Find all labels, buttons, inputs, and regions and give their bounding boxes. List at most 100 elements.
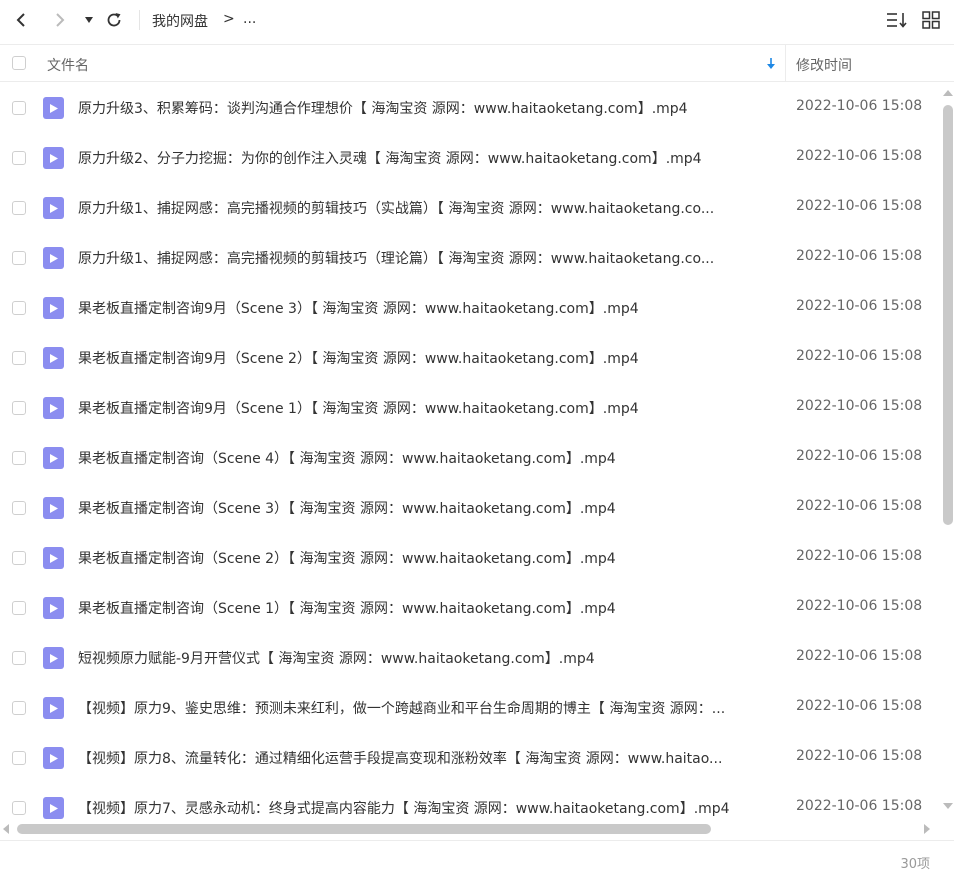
file-name[interactable]: 【视频】原力9、鉴史思维：预测未来红利，做一个跨越商业和平台生命周期的博主【 海… bbox=[78, 698, 772, 718]
file-row[interactable]: 原力升级2、分子力挖掘：为你的创作注入灵魂【 海淘宝资 源网：www.haita… bbox=[0, 133, 940, 183]
vertical-scrollbar-thumb[interactable] bbox=[943, 105, 953, 525]
breadcrumb-separator: > bbox=[223, 11, 235, 27]
file-name[interactable]: 原力升级1、捕捉网感：高完播视频的剪辑技巧（理论篇）【 海淘宝资 源网：www.… bbox=[78, 248, 772, 268]
file-name[interactable]: 原力升级3、积累筹码：谈判沟通合作理想价【 海淘宝资 源网：www.haitao… bbox=[78, 98, 772, 118]
file-modified-time: 2022-10-06 15:08 bbox=[796, 748, 923, 764]
column-time-header[interactable]: 修改时间 bbox=[796, 55, 852, 75]
file-modified-time: 2022-10-06 15:08 bbox=[796, 448, 923, 464]
scroll-up-arrow-icon[interactable] bbox=[943, 90, 953, 96]
select-all-checkbox[interactable] bbox=[12, 56, 26, 70]
column-header: 文件名 修改时间 bbox=[0, 44, 954, 82]
video-file-icon bbox=[43, 397, 64, 419]
horizontal-scrollbar[interactable] bbox=[0, 822, 940, 836]
file-modified-time: 2022-10-06 15:08 bbox=[796, 498, 923, 514]
file-row[interactable]: 原力升级1、捕捉网感：高完播视频的剪辑技巧（实战篇）【 海淘宝资 源网：www.… bbox=[0, 183, 940, 233]
file-row[interactable]: 【视频】原力8、流量转化：通过精细化运营手段提高变现和涨粉效率【 海淘宝资 源网… bbox=[0, 733, 940, 783]
breadcrumb-root[interactable]: 我的网盘 bbox=[152, 11, 208, 31]
file-row[interactable]: 果老板直播定制咨询（Scene 1）【 海淘宝资 源网：www.haitaoke… bbox=[0, 583, 940, 633]
file-name[interactable]: 果老板直播定制咨询9月（Scene 3）【 海淘宝资 源网：www.haitao… bbox=[78, 298, 772, 318]
file-list: 原力升级3、积累筹码：谈判沟通合作理想价【 海淘宝资 源网：www.haitao… bbox=[0, 83, 940, 821]
video-file-icon bbox=[43, 747, 64, 769]
file-name[interactable]: 【视频】原力7、灵感永动机：终身式提高内容能力【 海淘宝资 源网：www.hai… bbox=[78, 798, 772, 818]
history-dropdown-button[interactable] bbox=[76, 7, 102, 33]
row-checkbox[interactable] bbox=[12, 301, 26, 315]
forward-button[interactable] bbox=[47, 7, 73, 33]
file-row[interactable]: 【视频】原力7、灵感永动机：终身式提高内容能力【 海淘宝资 源网：www.hai… bbox=[0, 783, 940, 821]
item-count: 30项 bbox=[900, 857, 930, 872]
file-modified-time: 2022-10-06 15:08 bbox=[796, 698, 923, 714]
row-checkbox[interactable] bbox=[12, 701, 26, 715]
video-file-icon bbox=[43, 347, 64, 369]
file-name[interactable]: 【视频】原力8、流量转化：通过精细化运营手段提高变现和涨粉效率【 海淘宝资 源网… bbox=[78, 748, 772, 768]
row-checkbox[interactable] bbox=[12, 151, 26, 165]
toolbar-divider bbox=[139, 10, 140, 30]
row-checkbox[interactable] bbox=[12, 801, 26, 815]
video-file-icon bbox=[43, 797, 64, 819]
row-checkbox[interactable] bbox=[12, 201, 26, 215]
video-file-icon bbox=[43, 447, 64, 469]
video-file-icon bbox=[43, 297, 64, 319]
file-name[interactable]: 果老板直播定制咨询9月（Scene 2）【 海淘宝资 源网：www.haitao… bbox=[78, 348, 772, 368]
refresh-icon bbox=[107, 13, 121, 27]
file-row[interactable]: 果老板直播定制咨询（Scene 4）【 海淘宝资 源网：www.haitaoke… bbox=[0, 433, 940, 483]
back-button[interactable] bbox=[8, 7, 34, 33]
grid-view-button[interactable] bbox=[918, 7, 944, 33]
video-file-icon bbox=[43, 647, 64, 669]
row-checkbox[interactable] bbox=[12, 401, 26, 415]
file-name[interactable]: 果老板直播定制咨询（Scene 2）【 海淘宝资 源网：www.haitaoke… bbox=[78, 548, 772, 568]
video-file-icon bbox=[43, 697, 64, 719]
file-name[interactable]: 原力升级1、捕捉网感：高完播视频的剪辑技巧（实战篇）【 海淘宝资 源网：www.… bbox=[78, 198, 772, 218]
forward-icon bbox=[56, 13, 65, 27]
file-row[interactable]: 原力升级1、捕捉网感：高完播视频的剪辑技巧（理论篇）【 海淘宝资 源网：www.… bbox=[0, 233, 940, 283]
file-row[interactable]: 短视频原力赋能-9月开营仪式【 海淘宝资 源网：www.haitaoketang… bbox=[0, 633, 940, 683]
row-checkbox[interactable] bbox=[12, 451, 26, 465]
sort-button[interactable] bbox=[884, 7, 910, 33]
row-checkbox[interactable] bbox=[12, 351, 26, 365]
row-checkbox[interactable] bbox=[12, 751, 26, 765]
video-file-icon bbox=[43, 547, 64, 569]
file-row[interactable]: 果老板直播定制咨询（Scene 3）【 海淘宝资 源网：www.haitaoke… bbox=[0, 483, 940, 533]
file-name[interactable]: 果老板直播定制咨询（Scene 1）【 海淘宝资 源网：www.haitaoke… bbox=[78, 598, 772, 618]
refresh-button[interactable] bbox=[101, 7, 127, 33]
file-modified-time: 2022-10-06 15:08 bbox=[796, 98, 923, 114]
column-name-header[interactable]: 文件名 bbox=[47, 55, 89, 75]
toolbar: 我的网盘 > ... bbox=[0, 0, 954, 42]
video-file-icon bbox=[43, 197, 64, 219]
file-modified-time: 2022-10-06 15:08 bbox=[796, 348, 923, 364]
row-checkbox[interactable] bbox=[12, 251, 26, 265]
breadcrumb-more[interactable]: ... bbox=[243, 11, 256, 27]
file-row[interactable]: 【视频】原力9、鉴史思维：预测未来红利，做一个跨越商业和平台生命周期的博主【 海… bbox=[0, 683, 940, 733]
video-file-icon bbox=[43, 97, 64, 119]
file-row[interactable]: 原力升级3、积累筹码：谈判沟通合作理想价【 海淘宝资 源网：www.haitao… bbox=[0, 83, 940, 133]
file-modified-time: 2022-10-06 15:08 bbox=[796, 598, 923, 614]
row-checkbox[interactable] bbox=[12, 551, 26, 565]
row-checkbox[interactable] bbox=[12, 501, 26, 515]
vertical-scrollbar[interactable] bbox=[941, 83, 954, 821]
file-row[interactable]: 果老板直播定制咨询9月（Scene 3）【 海淘宝资 源网：www.haitao… bbox=[0, 283, 940, 333]
row-checkbox[interactable] bbox=[12, 651, 26, 665]
scroll-left-arrow-icon[interactable] bbox=[3, 824, 9, 834]
video-file-icon bbox=[43, 497, 64, 519]
file-name[interactable]: 果老板直播定制咨询9月（Scene 1）【 海淘宝资 源网：www.haitao… bbox=[78, 398, 772, 418]
row-checkbox[interactable] bbox=[12, 601, 26, 615]
file-modified-time: 2022-10-06 15:08 bbox=[796, 548, 923, 564]
dropdown-icon bbox=[85, 17, 93, 23]
file-modified-time: 2022-10-06 15:08 bbox=[796, 798, 923, 814]
scroll-down-arrow-icon[interactable] bbox=[943, 803, 953, 809]
file-name[interactable]: 果老板直播定制咨询（Scene 4）【 海淘宝资 源网：www.haitaoke… bbox=[78, 448, 772, 468]
file-modified-time: 2022-10-06 15:08 bbox=[796, 398, 923, 414]
file-name[interactable]: 果老板直播定制咨询（Scene 3）【 海淘宝资 源网：www.haitaoke… bbox=[78, 498, 772, 518]
file-row[interactable]: 果老板直播定制咨询（Scene 2）【 海淘宝资 源网：www.haitaoke… bbox=[0, 533, 940, 583]
file-row[interactable]: 果老板直播定制咨询9月（Scene 2）【 海淘宝资 源网：www.haitao… bbox=[0, 333, 940, 383]
horizontal-scrollbar-thumb[interactable] bbox=[17, 824, 711, 834]
file-name[interactable]: 原力升级2、分子力挖掘：为你的创作注入灵魂【 海淘宝资 源网：www.haita… bbox=[78, 148, 772, 168]
sort-icon bbox=[887, 13, 907, 28]
back-icon bbox=[16, 13, 25, 27]
video-file-icon bbox=[43, 147, 64, 169]
file-name[interactable]: 短视频原力赋能-9月开营仪式【 海淘宝资 源网：www.haitaoketang… bbox=[78, 648, 772, 668]
row-checkbox[interactable] bbox=[12, 101, 26, 115]
scroll-right-arrow-icon[interactable] bbox=[924, 824, 930, 834]
column-divider[interactable] bbox=[785, 45, 786, 81]
grid-view-icon bbox=[922, 11, 940, 29]
file-row[interactable]: 果老板直播定制咨询9月（Scene 1）【 海淘宝资 源网：www.haitao… bbox=[0, 383, 940, 433]
